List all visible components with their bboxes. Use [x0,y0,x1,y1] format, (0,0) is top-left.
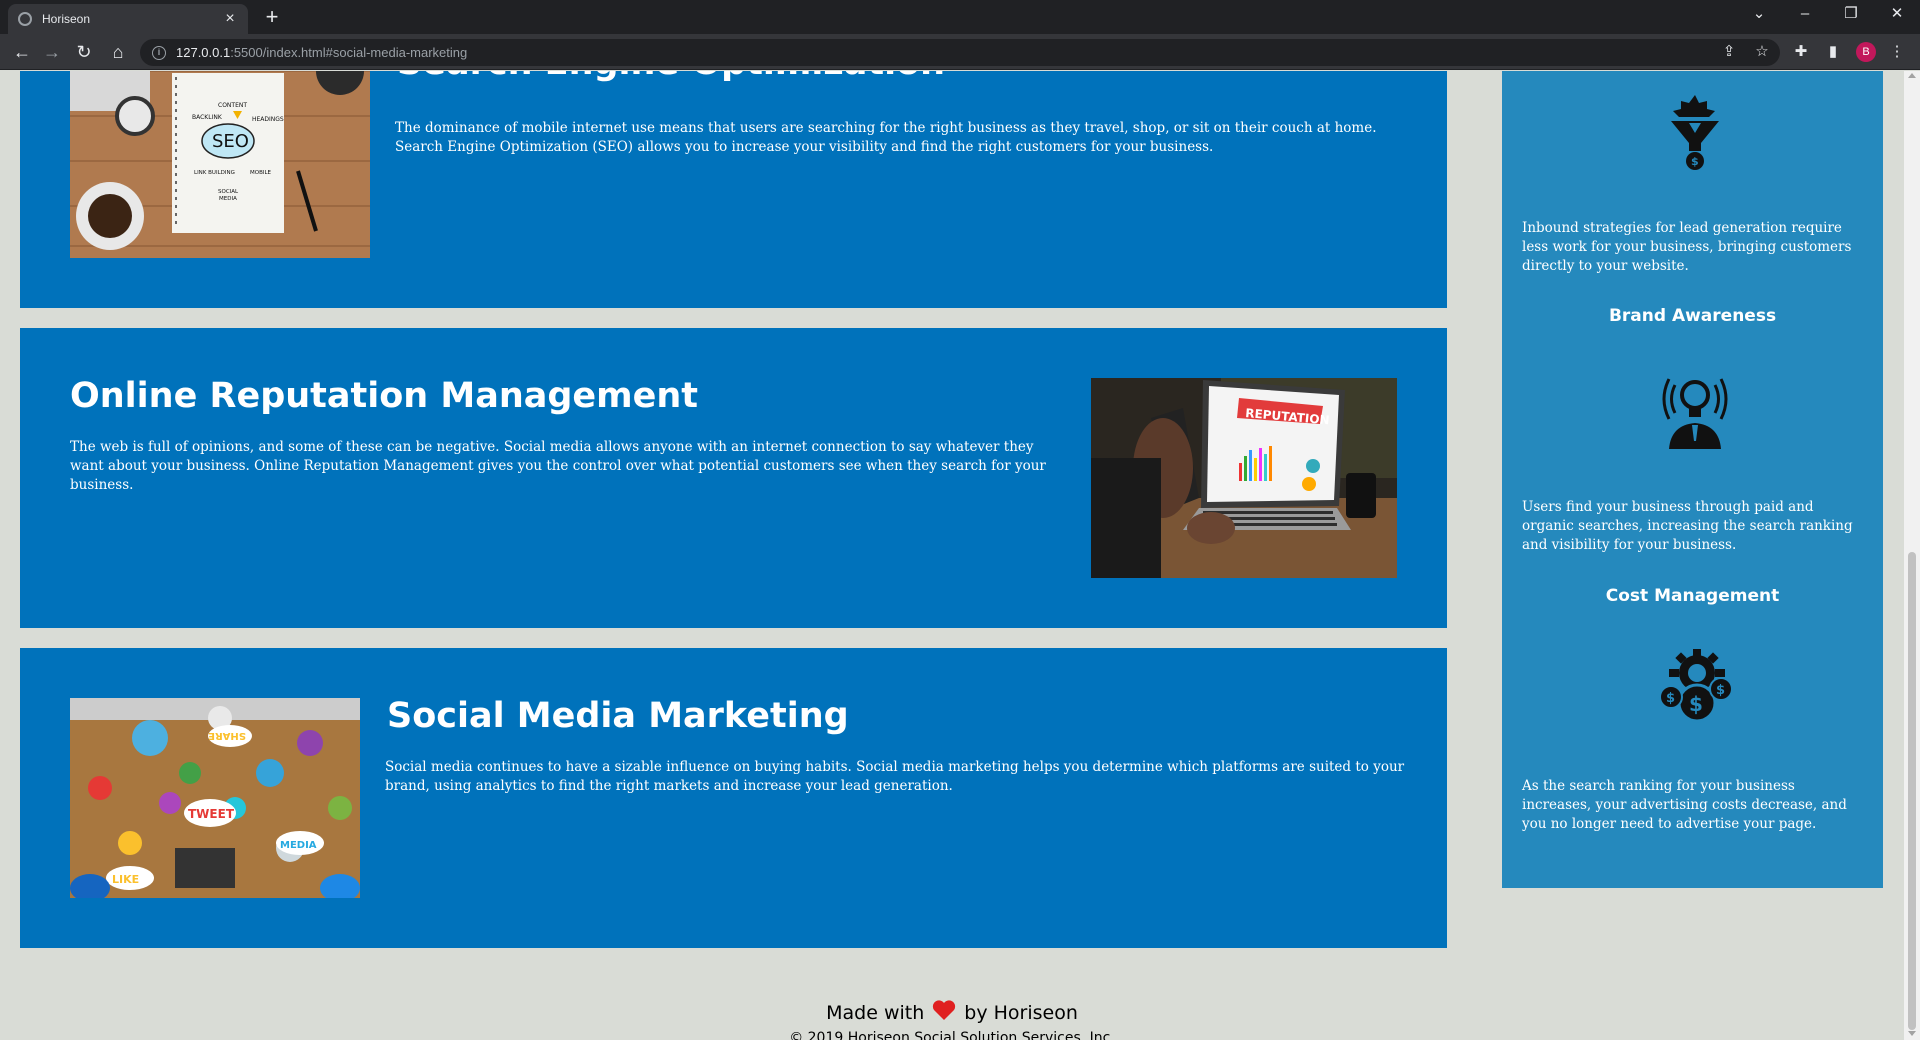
social-media-table-image: TWEET LIKE MEDIA SHARE [70,698,360,898]
reputation-card: Online Reputation Management The web is … [20,328,1447,628]
extensions-icon[interactable]: ✚ [1791,42,1811,62]
seo-card: SEO CONTENT BACKLINK HEADINGS LINK BUILD… [20,71,1447,308]
benefit-text: As the search ranking for your business … [1522,778,1847,832]
minimize-button[interactable]: – [1782,0,1828,30]
seo-notebook-image: SEO CONTENT BACKLINK HEADINGS LINK BUILD… [70,71,370,258]
svg-text:LINK BUILDING: LINK BUILDING [194,170,235,176]
scroll-down-arrow-icon[interactable] [1908,1031,1916,1036]
card-text: Social media continues to have a sizable… [385,759,1405,794]
footer-made-with: Made with by Horiseon [0,999,1904,1026]
home-button[interactable]: ⌂ [104,38,132,66]
card-text: The web is full of opinions, and some of… [70,439,1046,493]
heart-icon [932,999,956,1026]
url-path: :5500/index.html#social-media-marketing [230,45,468,60]
lightbulb-person-icon [1657,369,1733,449]
svg-text:CONTENT: CONTENT [218,102,247,109]
footer: Made with by Horiseon © 2019 Horiseon So… [0,999,1904,1040]
svg-text:$: $ [1716,683,1725,698]
close-tab-icon[interactable]: × [222,10,238,28]
forward-button[interactable]: → [38,38,66,66]
scrollbar-thumb[interactable] [1908,552,1916,1030]
address-bar[interactable]: i 127.0.0.1:5500/index.html#social-media… [140,39,1780,66]
tab-title: Horiseon [42,12,91,26]
page-viewport: SEO CONTENT BACKLINK HEADINGS LINK BUILD… [0,71,1904,1040]
svg-text:SEO: SEO [212,131,249,152]
site-info-icon[interactable]: i [152,45,166,60]
svg-text:BACKLINK: BACKLINK [192,114,223,121]
benefit-title: Cost Management [1605,586,1780,606]
card-title: Social Media Marketing [387,696,849,736]
side-panel-icon[interactable]: ▮ [1823,42,1843,62]
footer-made-with-label: Made with [826,1001,925,1024]
svg-text:MEDIA: MEDIA [280,840,317,851]
benefit-text: Inbound strategies for lead generation r… [1522,220,1852,274]
browser-tab[interactable]: Horiseon × [8,4,248,34]
back-button[interactable]: ← [8,38,36,66]
svg-text:SOCIAL: SOCIAL [218,189,239,195]
globe-icon [18,12,32,26]
svg-text:SHARE: SHARE [208,730,246,741]
card-title: Online Reputation Management [70,376,699,416]
lead-funnel-icon: $ [1657,93,1733,173]
url-host: 127.0.0.1 [176,45,231,60]
svg-text:$: $ [1689,692,1703,716]
restore-button[interactable]: ❐ [1828,0,1874,30]
svg-text:MEDIA: MEDIA [219,196,237,202]
footer-by-label: by Horiseon [964,1001,1078,1024]
close-window-button[interactable]: ✕ [1874,0,1920,30]
share-icon[interactable]: ⇪ [1719,42,1739,62]
card-title: Search Engine Optimization [397,71,945,83]
page-scrollbar[interactable] [1904,71,1920,1040]
bookmark-star-icon[interactable]: ☆ [1752,42,1772,62]
profile-avatar[interactable]: B [1856,42,1876,62]
reputation-laptop-image: REPUTATION [1091,378,1397,578]
tab-strip: Horiseon × + ⌄ – ❐ ✕ [0,0,1920,34]
svg-text:$: $ [1691,155,1699,168]
card-text: The dominance of mobile internet use mea… [395,120,1377,155]
benefit-text: Users find your business through paid an… [1522,499,1853,553]
benefit-title: Brand Awareness [1608,306,1777,326]
svg-text:LIKE: LIKE [112,873,139,886]
tab-search-icon[interactable]: ⌄ [1736,0,1782,30]
svg-text:HEADINGS: HEADINGS [252,116,284,123]
benefits-sidebar: $ Inbound strategies for lead generation… [1502,71,1883,888]
gear-dollar-icon: $ $ $ [1657,649,1733,729]
reload-button[interactable]: ↻ [70,38,98,66]
browser-menu-icon[interactable]: ⋮ [1887,42,1907,62]
new-tab-button[interactable]: + [258,4,286,32]
svg-text:TWEET: TWEET [188,807,235,821]
browser-toolbar: ← → ↻ ⌂ i 127.0.0.1:5500/index.html#soci… [0,34,1920,70]
social-media-card: TWEET LIKE MEDIA SHARE Social Media Mark… [20,648,1447,948]
footer-copyright: © 2019 Horiseon Social Solution Services… [789,1030,1115,1040]
scroll-up-arrow-icon[interactable] [1908,73,1916,78]
svg-text:MOBILE: MOBILE [250,170,272,176]
svg-text:$: $ [1666,691,1675,706]
